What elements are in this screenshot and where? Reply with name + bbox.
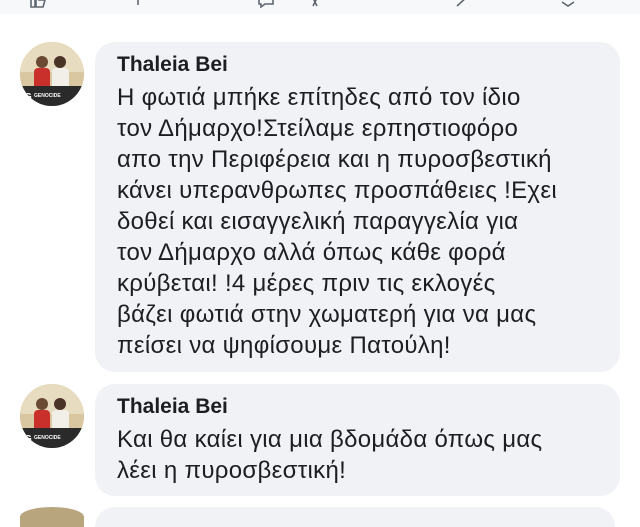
svg-text:GENOCIDE: GENOCIDE: [34, 93, 61, 99]
avatar[interactable]: G GENOCIDE: [20, 42, 84, 106]
svg-text:GENOCIDE: GENOCIDE: [34, 435, 61, 441]
translate-icon[interactable]: [310, 0, 326, 8]
top-action-bar: [0, 0, 640, 14]
profile-photo-icon: G GENOCIDE: [20, 42, 84, 106]
comment-icon[interactable]: [130, 0, 146, 8]
comment-bubble: Thaleia Bei Και θα καίει για μια βδομάδα…: [95, 384, 620, 496]
avatar[interactable]: G GENOCIDE: [20, 384, 84, 448]
svg-text:G: G: [24, 434, 32, 445]
comment-bubble-icon[interactable]: [258, 0, 274, 8]
comment-text: Η φωτιά μπήκε επίτηδες από τον ίδιο τον …: [117, 84, 557, 359]
share-icon[interactable]: [455, 0, 471, 8]
next-comment-bubble: [95, 507, 615, 527]
comment-author[interactable]: Thaleia Bei: [117, 394, 598, 420]
comment-author[interactable]: Thaleia Bei: [117, 52, 598, 78]
comment-bubble: Thaleia Bei Η φωτιά μπήκε επίτηδες από τ…: [95, 42, 620, 372]
more-icon[interactable]: [560, 0, 576, 8]
svg-text:G: G: [24, 92, 32, 103]
profile-photo-icon: G GENOCIDE: [20, 384, 84, 448]
next-comment-avatar: [20, 507, 84, 527]
comment-text: Και θα καίει για μια βδομάδα όπως μας λέ…: [117, 426, 543, 484]
like-icon[interactable]: [30, 0, 46, 8]
